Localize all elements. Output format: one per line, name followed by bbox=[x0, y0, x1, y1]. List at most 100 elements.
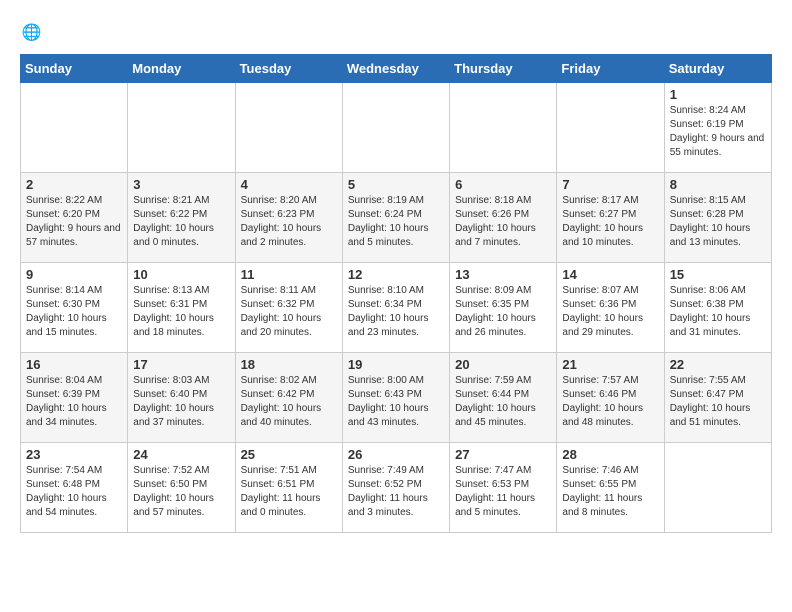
day-number: 8 bbox=[670, 177, 766, 192]
calendar-day-cell: 21 Sunrise: 7:57 AM Sunset: 6:46 PM Dayli… bbox=[557, 353, 664, 443]
day-number: 3 bbox=[133, 177, 229, 192]
logo: 🌐 bbox=[20, 20, 48, 44]
calendar-week-row: 16Sunrise: 8:04 AM Sunset: 6:39 PM Dayli… bbox=[21, 353, 772, 443]
calendar-day-cell bbox=[21, 83, 128, 173]
day-info: Sunrise: 8:14 AM Sunset: 6:30 PM Dayligh… bbox=[26, 284, 122, 340]
day-info: Sunrise: 8:06 AM Sunset: 6:38 PM Dayligh… bbox=[670, 284, 766, 340]
calendar-day-cell: 11 Sunrise: 8:11 AM Sunset: 6:32 PM Dayli… bbox=[235, 263, 342, 353]
weekday-header-row: SundayMondayTuesdayWednesdayThursdayFrid… bbox=[21, 55, 772, 83]
day-info: Sunrise: 8:24 AM Sunset: 6:19 PM Dayligh… bbox=[670, 104, 766, 160]
day-number: 26 bbox=[348, 447, 444, 462]
weekday-header-sunday: Sunday bbox=[21, 55, 128, 83]
day-info: Sunrise: 8:00 AM Sunset: 6:43 PM Dayligh… bbox=[348, 374, 444, 430]
day-info: Sunrise: 8:22 AM Sunset: 6:20 PM Dayligh… bbox=[26, 194, 122, 250]
day-info: Sunrise: 7:49 AM Sunset: 6:52 PM Dayligh… bbox=[348, 464, 444, 520]
calendar-day-cell: 10 Sunrise: 8:13 AM Sunset: 6:31 PM Dayli… bbox=[128, 263, 235, 353]
day-number: 20 bbox=[455, 357, 551, 372]
calendar-day-cell: 19 Sunrise: 8:00 AM Sunset: 6:43 PM Dayli… bbox=[342, 353, 449, 443]
day-info: Sunrise: 8:03 AM Sunset: 6:40 PM Dayligh… bbox=[133, 374, 229, 430]
day-info: Sunrise: 8:21 AM Sunset: 6:22 PM Dayligh… bbox=[133, 194, 229, 250]
calendar-day-cell: 23Sunrise: 7:54 AM Sunset: 6:48 PM Dayli… bbox=[21, 443, 128, 533]
calendar-day-cell: 28 Sunrise: 7:46 AM Sunset: 6:55 PM Dayli… bbox=[557, 443, 664, 533]
day-info: Sunrise: 8:11 AM Sunset: 6:32 PM Dayligh… bbox=[241, 284, 337, 340]
day-number: 24 bbox=[133, 447, 229, 462]
calendar-day-cell bbox=[235, 83, 342, 173]
day-number: 27 bbox=[455, 447, 551, 462]
calendar-week-row: 2 Sunrise: 8:22 AM Sunset: 6:20 PM Daylig… bbox=[21, 173, 772, 263]
day-number: 7 bbox=[562, 177, 658, 192]
day-number: 28 bbox=[562, 447, 658, 462]
calendar-day-cell: 9 Sunrise: 8:14 AM Sunset: 6:30 PM Daylig… bbox=[21, 263, 128, 353]
day-info: Sunrise: 7:46 AM Sunset: 6:55 PM Dayligh… bbox=[562, 464, 658, 520]
calendar-day-cell bbox=[557, 83, 664, 173]
day-info: Sunrise: 7:52 AM Sunset: 6:50 PM Dayligh… bbox=[133, 464, 229, 520]
logo-icon: 🌐 bbox=[20, 20, 44, 44]
calendar-day-cell: 27 Sunrise: 7:47 AM Sunset: 6:53 PM Dayli… bbox=[450, 443, 557, 533]
calendar-day-cell: 12 Sunrise: 8:10 AM Sunset: 6:34 PM Dayli… bbox=[342, 263, 449, 353]
weekday-header-wednesday: Wednesday bbox=[342, 55, 449, 83]
calendar-day-cell: 8 Sunrise: 8:15 AM Sunset: 6:28 PM Daylig… bbox=[664, 173, 771, 263]
day-number: 4 bbox=[241, 177, 337, 192]
calendar-day-cell bbox=[342, 83, 449, 173]
weekday-header-tuesday: Tuesday bbox=[235, 55, 342, 83]
day-info: Sunrise: 8:09 AM Sunset: 6:35 PM Dayligh… bbox=[455, 284, 551, 340]
calendar-day-cell: 7 Sunrise: 8:17 AM Sunset: 6:27 PM Daylig… bbox=[557, 173, 664, 263]
day-number: 10 bbox=[133, 267, 229, 282]
day-number: 21 bbox=[562, 357, 658, 372]
day-info: Sunrise: 8:07 AM Sunset: 6:36 PM Dayligh… bbox=[562, 284, 658, 340]
day-info: Sunrise: 7:55 AM Sunset: 6:47 PM Dayligh… bbox=[670, 374, 766, 430]
day-info: Sunrise: 8:10 AM Sunset: 6:34 PM Dayligh… bbox=[348, 284, 444, 340]
day-number: 5 bbox=[348, 177, 444, 192]
day-info: Sunrise: 8:15 AM Sunset: 6:28 PM Dayligh… bbox=[670, 194, 766, 250]
calendar-week-row: 9 Sunrise: 8:14 AM Sunset: 6:30 PM Daylig… bbox=[21, 263, 772, 353]
day-number: 1 bbox=[670, 87, 766, 102]
day-number: 9 bbox=[26, 267, 122, 282]
calendar-week-row: 1 Sunrise: 8:24 AM Sunset: 6:19 PM Daylig… bbox=[21, 83, 772, 173]
day-number: 6 bbox=[455, 177, 551, 192]
calendar-day-cell: 1 Sunrise: 8:24 AM Sunset: 6:19 PM Daylig… bbox=[664, 83, 771, 173]
header: 🌐 bbox=[20, 20, 772, 44]
calendar-day-cell: 24 Sunrise: 7:52 AM Sunset: 6:50 PM Dayli… bbox=[128, 443, 235, 533]
day-number: 18 bbox=[241, 357, 337, 372]
weekday-header-saturday: Saturday bbox=[664, 55, 771, 83]
calendar-day-cell: 4 Sunrise: 8:20 AM Sunset: 6:23 PM Daylig… bbox=[235, 173, 342, 263]
day-info: Sunrise: 7:51 AM Sunset: 6:51 PM Dayligh… bbox=[241, 464, 337, 520]
day-number: 16 bbox=[26, 357, 122, 372]
calendar-week-row: 23Sunrise: 7:54 AM Sunset: 6:48 PM Dayli… bbox=[21, 443, 772, 533]
calendar-day-cell bbox=[450, 83, 557, 173]
day-number: 22 bbox=[670, 357, 766, 372]
day-number: 11 bbox=[241, 267, 337, 282]
calendar-day-cell: 3 Sunrise: 8:21 AM Sunset: 6:22 PM Daylig… bbox=[128, 173, 235, 263]
calendar-day-cell: 13 Sunrise: 8:09 AM Sunset: 6:35 PM Dayli… bbox=[450, 263, 557, 353]
day-info: Sunrise: 7:57 AM Sunset: 6:46 PM Dayligh… bbox=[562, 374, 658, 430]
day-number: 15 bbox=[670, 267, 766, 282]
day-info: Sunrise: 7:59 AM Sunset: 6:44 PM Dayligh… bbox=[455, 374, 551, 430]
calendar-day-cell: 5 Sunrise: 8:19 AM Sunset: 6:24 PM Daylig… bbox=[342, 173, 449, 263]
day-info: Sunrise: 7:47 AM Sunset: 6:53 PM Dayligh… bbox=[455, 464, 551, 520]
day-info: Sunrise: 8:20 AM Sunset: 6:23 PM Dayligh… bbox=[241, 194, 337, 250]
day-number: 13 bbox=[455, 267, 551, 282]
weekday-header-friday: Friday bbox=[557, 55, 664, 83]
svg-text:🌐: 🌐 bbox=[22, 23, 42, 42]
calendar-day-cell: 14 Sunrise: 8:07 AM Sunset: 6:36 PM Dayli… bbox=[557, 263, 664, 353]
weekday-header-monday: Monday bbox=[128, 55, 235, 83]
day-number: 19 bbox=[348, 357, 444, 372]
day-number: 12 bbox=[348, 267, 444, 282]
day-number: 25 bbox=[241, 447, 337, 462]
weekday-header-thursday: Thursday bbox=[450, 55, 557, 83]
calendar-day-cell: 18 Sunrise: 8:02 AM Sunset: 6:42 PM Dayli… bbox=[235, 353, 342, 443]
day-info: Sunrise: 8:18 AM Sunset: 6:26 PM Dayligh… bbox=[455, 194, 551, 250]
day-info: Sunrise: 8:17 AM Sunset: 6:27 PM Dayligh… bbox=[562, 194, 658, 250]
day-info: Sunrise: 7:54 AM Sunset: 6:48 PM Dayligh… bbox=[26, 464, 122, 520]
day-info: Sunrise: 8:13 AM Sunset: 6:31 PM Dayligh… bbox=[133, 284, 229, 340]
day-info: Sunrise: 8:19 AM Sunset: 6:24 PM Dayligh… bbox=[348, 194, 444, 250]
day-number: 2 bbox=[26, 177, 122, 192]
calendar-day-cell: 6 Sunrise: 8:18 AM Sunset: 6:26 PM Daylig… bbox=[450, 173, 557, 263]
calendar-day-cell: 26 Sunrise: 7:49 AM Sunset: 6:52 PM Dayli… bbox=[342, 443, 449, 533]
day-number: 14 bbox=[562, 267, 658, 282]
day-info: Sunrise: 8:02 AM Sunset: 6:42 PM Dayligh… bbox=[241, 374, 337, 430]
calendar-day-cell: 25 Sunrise: 7:51 AM Sunset: 6:51 PM Dayli… bbox=[235, 443, 342, 533]
day-number: 17 bbox=[133, 357, 229, 372]
calendar-day-cell bbox=[664, 443, 771, 533]
calendar-day-cell: 17 Sunrise: 8:03 AM Sunset: 6:40 PM Dayli… bbox=[128, 353, 235, 443]
